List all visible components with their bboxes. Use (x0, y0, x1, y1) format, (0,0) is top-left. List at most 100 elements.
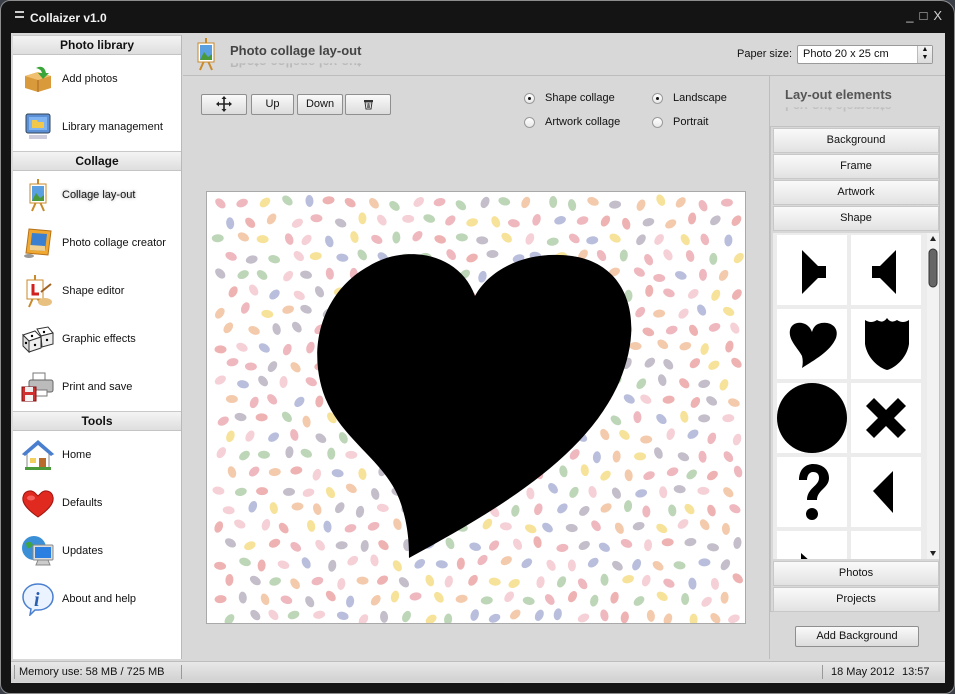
title-bar[interactable]: Collaizer v1.0 _ □ X (1, 1, 954, 33)
sidebar-item-print-and-save[interactable]: Print and save (13, 363, 181, 411)
jellybean (345, 483, 357, 494)
sidebar-item-updates[interactable]: Updates (13, 527, 181, 575)
scroll-up-arrow-icon[interactable] (930, 236, 936, 241)
jellybean (268, 255, 281, 264)
jellybean (290, 429, 299, 441)
shape-speaker-right[interactable] (777, 235, 847, 305)
radio-landscape[interactable]: Landscape (652, 92, 727, 104)
add-background-button[interactable]: Add Background (795, 626, 919, 647)
delete-button[interactable] (345, 94, 391, 115)
jellybean (466, 218, 479, 227)
minimize-button[interactable]: _ (906, 8, 913, 23)
jellybean (659, 486, 668, 499)
jellybean (225, 538, 236, 548)
jellybean (249, 396, 259, 409)
jellybean (226, 430, 235, 443)
radio-portrait[interactable]: Portrait (652, 116, 708, 128)
jellybean (611, 487, 621, 499)
section-header-photo-library: Photo library (13, 35, 181, 55)
shape-triangle-left[interactable] (851, 457, 921, 527)
shape-triangle-up[interactable] (851, 531, 921, 559)
jellybean (533, 536, 542, 549)
shape-circle[interactable] (777, 383, 847, 453)
radio-indicator[interactable] (524, 116, 535, 128)
move-button[interactable] (201, 94, 247, 115)
sidebar-item-collage-layout[interactable]: Collage lay-out (13, 171, 181, 219)
jellybean (609, 200, 622, 209)
jellybean (312, 468, 322, 481)
radio-indicator[interactable] (524, 92, 535, 104)
jellybean (504, 591, 515, 603)
jellybean (236, 198, 248, 208)
jellybean (720, 591, 729, 604)
accordion-frame[interactable]: Frame (773, 154, 939, 179)
radio-artwork-collage[interactable]: Artwork collage (524, 116, 620, 128)
jellybean (291, 218, 303, 228)
menu-icon[interactable] (15, 11, 24, 18)
jellybean (322, 196, 335, 205)
accordion-shape[interactable]: Shape (773, 206, 939, 231)
jellybean (532, 213, 541, 226)
jellybean (587, 557, 599, 568)
radio-shape-collage[interactable]: Shape collage (524, 92, 615, 104)
paper-size-select[interactable]: Photo 20 x 25 cm ▲ ▼ (797, 45, 933, 64)
down-button[interactable]: Down (297, 94, 343, 115)
shape-gallery[interactable] (773, 233, 939, 559)
shape-question-mark[interactable] (777, 457, 847, 527)
sidebar-item-photo-collage-creator[interactable]: Photo collage creator (13, 219, 181, 267)
jellybean (688, 577, 697, 590)
jellybean (285, 446, 294, 459)
jellybean (577, 613, 590, 623)
sidebar-item-home[interactable]: Home (13, 431, 181, 479)
shape-speaker-left[interactable] (851, 235, 921, 305)
sidebar-item-defaults[interactable]: Defaults (13, 479, 181, 527)
sidebar-item-add-photos[interactable]: Add photos (13, 55, 181, 103)
shape-triangle-down-right[interactable] (777, 531, 847, 559)
collage-canvas[interactable] (206, 191, 746, 624)
accordion-artwork[interactable]: Artwork (773, 180, 939, 205)
paper-size-label: Paper size: (737, 48, 793, 60)
shape-cross[interactable] (851, 383, 921, 453)
shape-heart[interactable] (777, 309, 847, 379)
accordion-background[interactable]: Background (773, 128, 939, 153)
accordion-projects[interactable]: Projects (773, 587, 939, 612)
shape-gallery-scrollbar[interactable] (927, 233, 939, 559)
canvas-drawing[interactable] (207, 192, 745, 623)
jellybean (706, 470, 718, 481)
jellybean (256, 235, 269, 244)
status-date: 18 May 2012 (831, 666, 895, 678)
jellybean (698, 450, 707, 463)
shape-shield[interactable] (851, 309, 921, 379)
close-button[interactable]: X (933, 8, 942, 23)
scroll-down-arrow-icon[interactable] (930, 551, 936, 556)
maximize-button[interactable]: □ (919, 8, 927, 23)
accordion-photos[interactable]: Photos (773, 561, 939, 586)
jellybean (281, 411, 292, 423)
jellybean (414, 558, 426, 569)
house-icon (21, 438, 55, 472)
jellybean (730, 322, 740, 334)
radio-indicator[interactable] (652, 92, 663, 104)
layout-elements-panel: Lay-out elements Lay-out elements Backgr… (770, 76, 945, 659)
jellybean (237, 380, 249, 389)
jellybean (623, 394, 635, 404)
sidebar-item-library-management[interactable]: Library management (13, 103, 181, 151)
jellybean (709, 252, 718, 265)
jellybean (234, 412, 247, 422)
jellybean (697, 486, 710, 495)
jellybean (534, 609, 544, 621)
sidebar-item-about-and-help[interactable]: i About and help (13, 575, 181, 623)
jellybean (358, 614, 369, 623)
jellybean (476, 236, 489, 245)
jellybean (323, 520, 332, 533)
spinner-icon[interactable]: ▲ ▼ (917, 46, 932, 63)
jellybean (306, 520, 316, 532)
jellybean (680, 234, 690, 246)
radio-indicator[interactable] (652, 116, 663, 128)
jellybean (501, 232, 512, 243)
sidebar-item-graphic-effects[interactable]: Graphic effects (13, 315, 181, 363)
up-button[interactable]: Up (251, 94, 294, 115)
sidebar-item-shape-editor[interactable]: Shape editor (13, 267, 181, 315)
scroll-thumb[interactable] (928, 248, 938, 288)
jellybean (701, 596, 712, 607)
